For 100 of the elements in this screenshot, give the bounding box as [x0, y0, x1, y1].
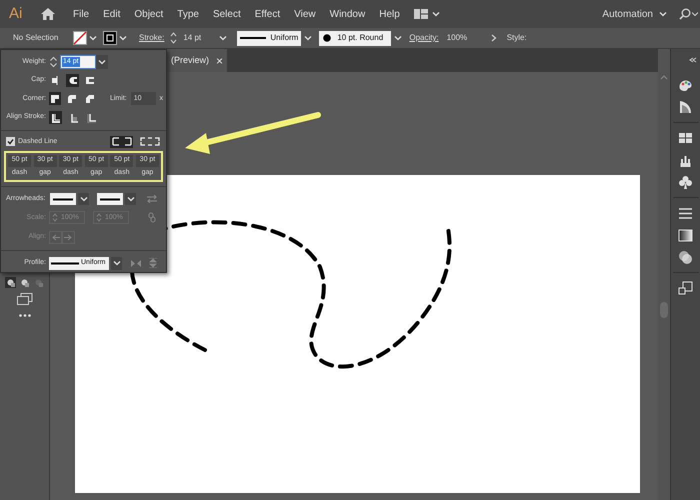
align-style-icon: [50, 112, 60, 123]
dash-alignment-option[interactable]: [138, 136, 161, 148]
chevron-icon: [98, 58, 106, 65]
round-brush-icon: [323, 34, 332, 42]
color-palette-icon: [678, 78, 693, 92]
corner-option[interactable]: [84, 92, 96, 106]
corner-style-icon: [67, 94, 78, 104]
swatches-icon: [678, 130, 693, 146]
app-logo: Ai: [9, 4, 24, 24]
arrowhead-dropdown[interactable]: [50, 193, 76, 206]
chevron-icon: [80, 196, 88, 202]
arrow-tip-icon: [51, 234, 60, 241]
menu-item[interactable]: File: [73, 6, 90, 22]
menu-item[interactable]: Object: [134, 6, 164, 22]
dash-alignment-option[interactable]: [110, 136, 133, 148]
cap-style-icon: [68, 75, 78, 86]
plain-line-icon: [53, 198, 73, 201]
cap-style-icon: [84, 75, 94, 86]
gradient-icon: [678, 228, 693, 242]
chevron-icon: [219, 35, 228, 41]
dropdown-button[interactable]: [78, 193, 89, 206]
stroke-label: Stroke:: [139, 32, 164, 44]
screen-mode-button[interactable]: [16, 293, 32, 305]
chevron-icon: [692, 11, 698, 17]
draw-mode-button[interactable]: [5, 277, 16, 288]
chevron-icon: [394, 35, 402, 41]
document-title: (Preview): [171, 54, 210, 67]
close-tab-button[interactable]: ×: [216, 54, 223, 66]
cap-option[interactable]: [66, 74, 79, 87]
opacity-field[interactable]: 100%: [444, 31, 483, 45]
line-profile-icon: [51, 262, 79, 265]
lines-icon: [678, 206, 693, 220]
menu-item[interactable]: Select: [212, 6, 241, 22]
style-label: Style:: [506, 32, 527, 44]
swap-arrows-icon: [147, 195, 157, 204]
flip-horizontal-icon: [131, 260, 141, 267]
chevron-icon: [304, 35, 312, 41]
menu-item[interactable]: Help: [379, 6, 400, 22]
link-icon: [148, 212, 156, 224]
corner-option[interactable]: [66, 92, 79, 106]
menu-item[interactable]: View: [294, 6, 316, 22]
menu-item[interactable]: Type: [177, 6, 199, 22]
scroll-up-icon: [660, 75, 668, 80]
selection-status: No Selection: [13, 32, 60, 44]
dropdown-button[interactable]: [125, 193, 136, 206]
ellipsis-icon: [18, 314, 30, 317]
draw-mode-icon: [34, 278, 42, 286]
chevron-icon: [89, 35, 97, 41]
menu-item[interactable]: Effect: [254, 6, 280, 22]
align-option[interactable]: [85, 111, 98, 124]
corner-style-icon: [50, 94, 60, 104]
cap-style-icon: [50, 75, 60, 86]
collapse-icon: [689, 57, 697, 63]
draw-mode-icon: [6, 278, 14, 286]
chevron-icon: [126, 196, 134, 202]
home-icon: [40, 7, 56, 21]
dropdown-button[interactable]: [96, 54, 108, 69]
align-style-icon: [86, 112, 96, 123]
chevron-icon: [659, 11, 667, 17]
stroke-profile-dropdown[interactable]: Uniform: [237, 30, 302, 46]
draw-mode-button[interactable]: [19, 277, 30, 288]
spinner-icon: [49, 56, 58, 68]
arrow-tip-icon: [64, 234, 73, 241]
artboards-icon: [678, 280, 693, 296]
plain-line-icon: [100, 198, 120, 201]
screen-mode-icon: [16, 293, 32, 305]
fill-none-swatch-icon: [73, 31, 87, 45]
workspace-switcher[interactable]: Automation: [602, 6, 667, 22]
chevron-icon: [432, 11, 440, 17]
line-profile-icon: [240, 36, 266, 40]
overlapping-circles-icon: [678, 250, 693, 264]
chevron-icon: [112, 260, 120, 266]
dash-corner-icon: [112, 137, 132, 146]
spinner-icon: [170, 32, 178, 44]
opacity-label: Opacity:: [409, 32, 439, 44]
align-style-icon: [68, 112, 78, 123]
arrowhead-dropdown[interactable]: [97, 193, 123, 206]
chevron-icon: [119, 35, 127, 41]
dashed-line-checkbox[interactable]: [6, 137, 15, 146]
color-guide-icon: [678, 100, 693, 114]
club-icon: [678, 174, 693, 190]
draw-mode-icon: [20, 278, 28, 286]
dash-corner-icon: [140, 137, 160, 146]
document-tab[interactable]: (Preview) ×: [167, 49, 227, 72]
corner-option[interactable]: [49, 92, 62, 106]
spinner-icon: [52, 213, 58, 222]
arrange-documents-button[interactable]: [414, 9, 440, 19]
menu-item[interactable]: Window: [330, 6, 366, 22]
layout-grid-icon: [414, 9, 428, 19]
search-icon: [679, 8, 691, 20]
corner-style-icon: [84, 94, 95, 104]
menu-item[interactable]: Edit: [103, 6, 120, 22]
align-option[interactable]: [49, 111, 62, 124]
more-tools-button[interactable]: [18, 314, 30, 317]
stroke-swatch-icon: [103, 31, 117, 45]
spinner-icon: [96, 213, 102, 222]
brush-dropdown[interactable]: 10 pt. Round: [319, 30, 392, 46]
flip-vertical-icon: [149, 258, 157, 268]
checkmark-icon: [7, 138, 14, 146]
dropdown-button[interactable]: [111, 256, 122, 270]
